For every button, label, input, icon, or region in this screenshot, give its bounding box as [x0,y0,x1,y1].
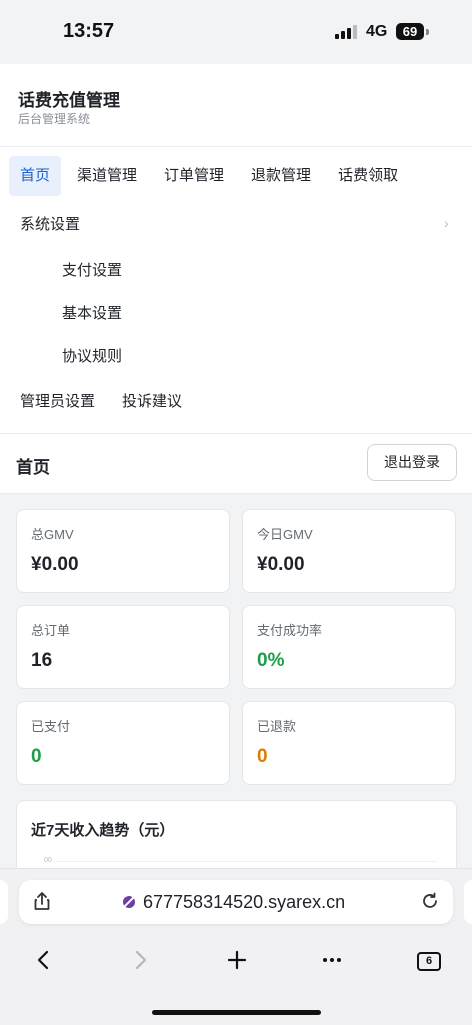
page-title: 首页 [16,458,50,477]
trend-gridline [57,861,437,862]
submenu-item-agreement[interactable]: 协议规则 [62,345,122,366]
app-title: 话费充值管理 [18,91,120,110]
status-time: 13:57 [63,20,115,42]
submenu-item-payment[interactable]: 支付设置 [62,259,122,280]
nav-item-complaints[interactable]: 投诉建议 [122,390,182,411]
bottom-nav: 管理员设置 投诉建议 [20,390,209,411]
home-indicator [152,1010,321,1015]
stat-label: 总GMV [31,527,74,542]
network-type: 4G [366,23,388,40]
stat-value: ¥0.00 [31,554,79,575]
stat-card-paid: 已支付 0 [16,701,230,785]
battery-icon: 69 [396,23,424,40]
logout-button[interactable]: 退出登录 [367,444,457,481]
stat-value: 16 [31,650,53,671]
tabs-icon[interactable]: 6 [417,952,441,971]
nav-item-refunds[interactable]: 退款管理 [240,156,322,196]
back-icon[interactable] [35,949,53,976]
stat-label: 已退款 [257,719,297,734]
stat-label: 已支付 [31,719,71,734]
nav-item-admin[interactable]: 管理员设置 [20,390,95,411]
url-text[interactable]: 677758314520.syarex.cn [143,892,345,913]
app-subtitle: 后台管理系统 [18,112,91,126]
plus-icon[interactable] [226,949,248,976]
stat-card-success-rate: 支付成功率 0% [242,605,456,689]
reload-icon[interactable] [421,892,439,915]
submenu-item-basic[interactable]: 基本设置 [62,302,122,323]
nav-item-channels[interactable]: 渠道管理 [66,156,148,196]
stat-label: 今日GMV [257,527,313,542]
battery-tip [426,29,429,35]
stat-value: 0 [31,746,42,767]
privacy-icon [121,894,137,915]
adjacent-tab-left[interactable] [0,880,8,924]
share-icon[interactable] [33,891,51,916]
stat-card-today-gmv: 今日GMV ¥0.00 [242,509,456,593]
stat-value: ¥0.00 [257,554,305,575]
signal-icon [335,25,357,39]
nav-item-orders[interactable]: 订单管理 [153,156,235,196]
top-nav: 首页 渠道管理 订单管理 退款管理 话费领取 [9,156,414,196]
stat-card-total-gmv: 总GMV ¥0.00 [16,509,230,593]
nav-item-claim[interactable]: 话费领取 [327,156,409,196]
stat-label: 总订单 [31,623,71,638]
trend-axis-label: 00 [44,857,52,864]
stat-card-refunded: 已退款 0 [242,701,456,785]
trend-title: 近7天收入趋势（元） [31,822,175,839]
stat-value: 0% [257,650,285,671]
chevron-right-icon: › [444,215,449,231]
nav-item-home[interactable]: 首页 [9,156,62,196]
browser-toolbar: 677758314520.syarex.cn 6 [0,868,472,1025]
address-bar[interactable]: 677758314520.syarex.cn [19,880,453,924]
submenu-system-settings[interactable]: 系统设置 [20,213,80,234]
more-icon[interactable] [321,949,343,976]
forward-icon[interactable] [131,949,149,976]
page-header: 首页 退出登录 [0,433,472,494]
stat-value: 0 [257,746,268,767]
app-header: 话费充值管理 后台管理系统 [0,64,472,147]
adjacent-tab-right[interactable] [464,880,472,924]
status-bar: 13:57 4G 69 [0,0,472,64]
stat-label: 支付成功率 [257,623,323,638]
main-menu: 首页 渠道管理 订单管理 退款管理 话费领取 系统设置 › 支付设置 基本设置 … [0,147,472,433]
stat-card-total-orders: 总订单 16 [16,605,230,689]
